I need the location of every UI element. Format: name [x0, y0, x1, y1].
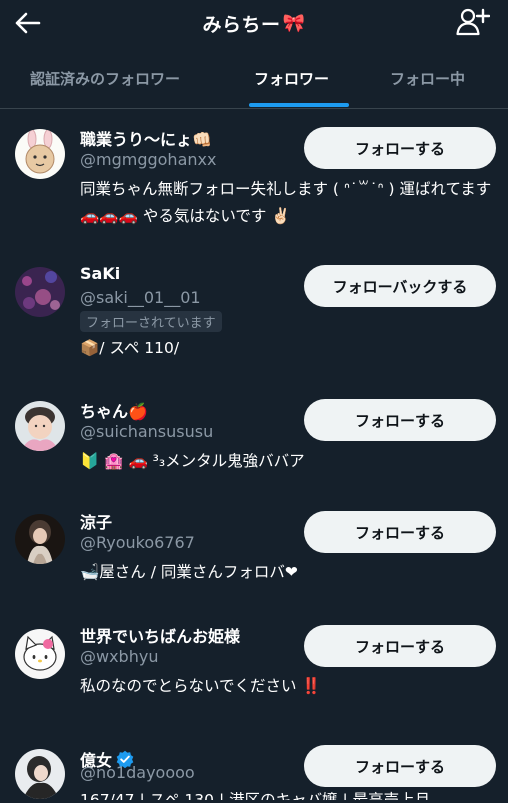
page-title: みらちー 🎀	[203, 10, 306, 37]
user-handle[interactable]: @Ryouko6767	[80, 533, 195, 552]
avatar[interactable]	[15, 514, 65, 564]
list-item[interactable]: 職業うり〜にょ👊🏻 @mgmggohanxx 同業ちゃん無断フォロー失礼します …	[0, 109, 508, 239]
add-user-icon	[456, 8, 490, 36]
user-handle[interactable]: @wxbhyu	[80, 647, 158, 666]
user-name[interactable]: ちゃん🍎	[80, 398, 148, 422]
top-bar: みらちー 🎀	[0, 0, 508, 46]
back-button[interactable]	[14, 9, 42, 37]
list-item[interactable]: ちゃん🍎 @suichansususu 🔰 🏩 🚗 ³₃メンタル鬼強ババア フォ…	[0, 377, 508, 489]
user-handle[interactable]: @mgmggohanxx	[80, 150, 216, 169]
user-bio: 🔰 🏩 🚗 ³₃メンタル鬼強ババア	[80, 452, 305, 470]
tab-followers[interactable]: フォロワー	[254, 48, 344, 108]
ribbon-emoji: 🎀	[282, 12, 306, 34]
user-bio: 私のなのでとらないでください ‼️	[80, 677, 321, 695]
user-bio: 🛁屋さん / 同業さんフォロバ❤	[80, 563, 298, 581]
follow-back-button[interactable]: フォローバックする	[304, 265, 496, 307]
list-item[interactable]: 世界でいちばんお姫様 @wxbhyu 私のなのでとらないでください ‼️ フォロ…	[0, 603, 508, 723]
user-name[interactable]: SaKi	[80, 264, 120, 283]
follower-tabs: 認証済みのフォロワー フォロワー フォロー中	[0, 48, 508, 108]
avatar[interactable]	[15, 129, 65, 179]
avatar[interactable]	[15, 629, 65, 679]
user-name[interactable]: 涼子	[80, 509, 112, 533]
active-tab-indicator	[249, 103, 349, 107]
list-item[interactable]: 涼子 @Ryouko6767 🛁屋さん / 同業さんフォロバ❤ フォローする	[0, 489, 508, 603]
follow-button[interactable]: フォローする	[304, 625, 496, 667]
user-bio: 📦/ スペ 110/	[80, 339, 180, 357]
follow-button[interactable]: フォローする	[304, 399, 496, 441]
avatar[interactable]	[15, 401, 65, 451]
follow-button[interactable]: フォローする	[304, 511, 496, 553]
add-user-button[interactable]	[456, 6, 490, 38]
follow-button[interactable]: フォローする	[304, 127, 496, 169]
user-handle[interactable]: @no1dayoooo	[80, 763, 195, 782]
follows-you-badge: フォローされています	[80, 311, 222, 332]
user-bio: 同業ちゃん無断フォロー失礼します ( ᐢ˙꒳˙ᐢ ) 運ばれてます 🚗🚗🚗 やる…	[80, 180, 492, 225]
arrow-left-icon	[15, 12, 41, 34]
follow-button[interactable]: フォローする	[304, 745, 496, 787]
user-handle[interactable]: @saki__01__01	[80, 288, 201, 307]
user-name[interactable]: 職業うり〜にょ👊🏻	[80, 126, 212, 150]
user-handle[interactable]: @suichansususu	[80, 422, 213, 441]
list-item[interactable]: SaKi @saki__01__01 フォローされています 📦/ スペ 110/…	[0, 239, 508, 377]
user-bio: 167/47 | スペ 130 | 港区のキャバ嬢 | 最高売上月	[80, 791, 431, 800]
user-name[interactable]: 世界でいちばんお姫様	[80, 623, 240, 647]
page-title-text: みらちー	[202, 13, 281, 36]
tab-verified-followers[interactable]: 認証済みのフォロワー	[30, 48, 210, 108]
avatar[interactable]	[15, 267, 65, 317]
tab-following[interactable]: フォロー中	[390, 48, 508, 108]
avatar[interactable]	[15, 749, 65, 799]
